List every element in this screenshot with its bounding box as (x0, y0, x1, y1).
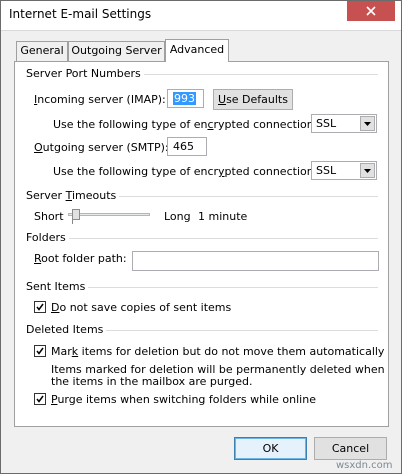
do-not-save-sent-label: Do not save copies of sent items (51, 301, 232, 314)
mark-for-deletion-label: Mark items for deletion but do not move … (51, 345, 385, 358)
encryption-select-incoming[interactable]: SSL (311, 114, 377, 133)
cancel-button[interactable]: Cancel (314, 437, 387, 460)
watermark: wsxdn.com (336, 460, 393, 471)
timeout-long-label: Long (164, 210, 191, 223)
mark-for-deletion-checkbox[interactable] (34, 345, 46, 357)
section-server-timeouts: Server Timeouts (26, 189, 378, 203)
deletion-note-line-2: the items in the mailbox are purged. (51, 375, 253, 388)
checkmark-icon (36, 303, 44, 311)
outgoing-server-label: Outgoing server (SMTP): (34, 141, 169, 154)
checkmark-icon (36, 347, 44, 355)
ok-button[interactable]: OK (234, 437, 307, 460)
incoming-server-label: Incoming server (IMAP): (34, 93, 166, 106)
tab-outgoing-server[interactable]: Outgoing Server (68, 41, 165, 61)
dropdown-arrow-icon (360, 163, 375, 178)
purge-items-label: Purge items when switching folders while… (51, 393, 316, 406)
timeout-slider[interactable] (68, 206, 150, 224)
encryption-label-outgoing: Use the following type of encrypted conn… (53, 165, 318, 178)
encryption-select-outgoing[interactable]: SSL (311, 161, 377, 180)
section-sent-items: Sent Items (26, 280, 378, 294)
close-icon (366, 6, 376, 16)
root-folder-input[interactable] (132, 251, 379, 271)
section-heading: Folders (26, 231, 69, 244)
close-button[interactable] (347, 1, 395, 21)
do-not-save-sent-checkbox[interactable] (34, 301, 46, 313)
incoming-port-input[interactable]: 993 (167, 89, 204, 108)
use-defaults-button[interactable]: Use Defaults (213, 89, 293, 110)
section-deleted-items: Deleted Items (26, 323, 378, 337)
section-heading: Server Port Numbers (26, 67, 144, 80)
tab-advanced[interactable]: Advanced (165, 39, 229, 62)
checkmark-icon (36, 395, 44, 403)
timeout-value: 1 minute (198, 210, 248, 223)
section-heading: Deleted Items (26, 323, 107, 336)
settings-dialog: Internet E-mail Settings General Outgoin… (0, 0, 402, 474)
purge-items-checkbox[interactable] (34, 393, 46, 405)
dropdown-arrow-icon (360, 116, 375, 131)
root-folder-label: Root folder path: (34, 252, 127, 265)
section-server-ports: Server Port Numbers (26, 67, 378, 81)
advanced-panel: Server Port Numbers Incoming server (IMA… (14, 61, 389, 427)
tab-general[interactable]: General (16, 41, 68, 61)
section-heading: Server Timeouts (26, 189, 120, 202)
section-heading: Sent Items (26, 280, 89, 293)
slider-thumb[interactable] (72, 209, 80, 220)
window-title: Internet E-mail Settings (9, 7, 152, 21)
outgoing-port-input[interactable]: 465 (167, 137, 207, 156)
title-bar: Internet E-mail Settings (1, 1, 401, 31)
section-folders: Folders (26, 231, 378, 245)
encryption-label-incoming: Use the following type of encrypted conn… (53, 118, 318, 131)
timeout-short-label: Short (34, 210, 64, 223)
